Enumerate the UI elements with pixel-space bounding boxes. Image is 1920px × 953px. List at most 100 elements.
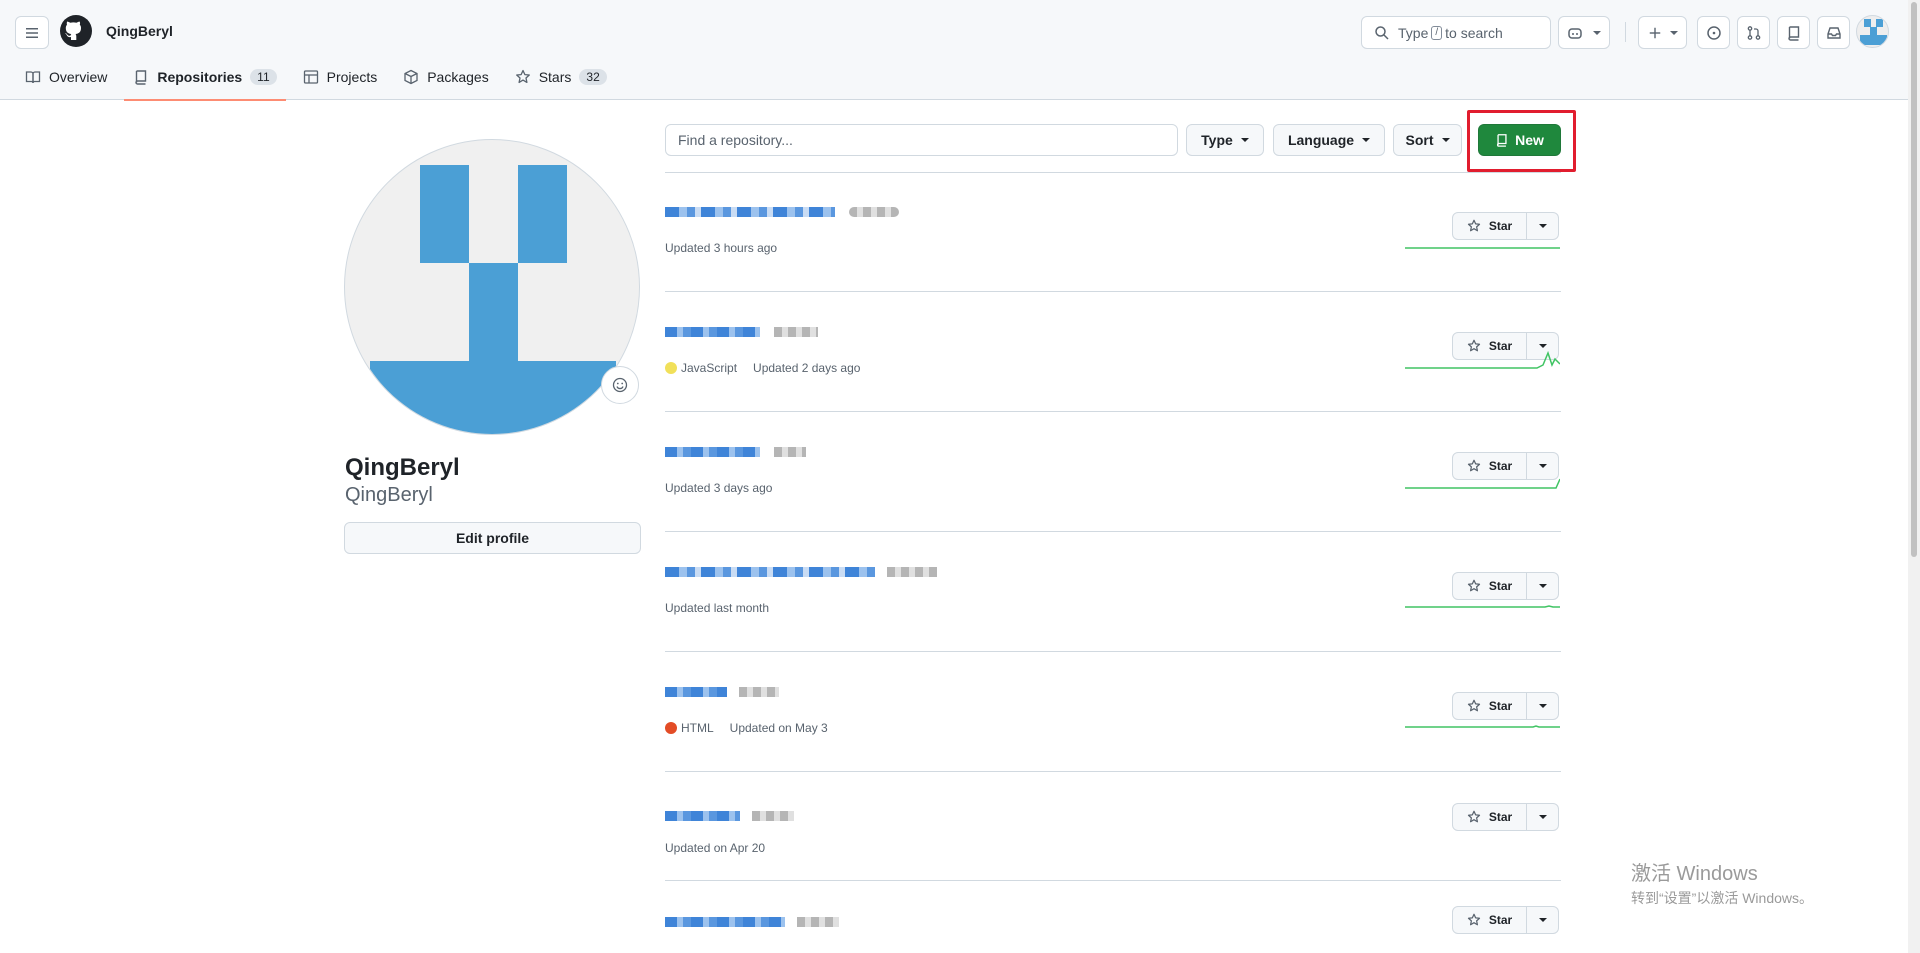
- table-icon: [303, 70, 318, 84]
- repo-updated: Updated 3 days ago: [665, 481, 773, 495]
- language-name: HTML: [681, 721, 714, 735]
- activity-sparkline: [1405, 478, 1560, 489]
- set-status-button[interactable]: [601, 366, 639, 404]
- search-prefix: Type: [1398, 24, 1429, 41]
- repo-divider: [665, 411, 1561, 412]
- inbox-icon: [1826, 26, 1841, 39]
- find-repository-input[interactable]: [665, 124, 1178, 156]
- repo-name-link-blurred[interactable]: [665, 441, 806, 463]
- repo-name-link-blurred[interactable]: [665, 201, 899, 223]
- new-button-label: New: [1515, 132, 1544, 148]
- repo-name-link-blurred[interactable]: [665, 911, 839, 933]
- star-button[interactable]: Star: [1452, 803, 1527, 831]
- repo-name-link-blurred[interactable]: [665, 805, 794, 827]
- repo-divider: [665, 531, 1561, 532]
- activity-sparkline: [1405, 605, 1560, 608]
- repo-language: HTML: [665, 721, 714, 735]
- tab-packages[interactable]: Packages: [394, 64, 497, 90]
- plus-icon: [1649, 27, 1660, 38]
- repo-divider: [665, 771, 1561, 772]
- github-logo-icon[interactable]: [60, 15, 92, 47]
- book-icon: [25, 71, 41, 84]
- repositories-button[interactable]: [1777, 16, 1810, 49]
- star-button[interactable]: Star: [1452, 906, 1527, 934]
- profile-avatar[interactable]: [344, 139, 640, 435]
- tab-label: Projects: [326, 69, 378, 85]
- profile-login: QingBeryl: [345, 484, 433, 506]
- star-list-dropdown[interactable]: [1527, 906, 1559, 934]
- activity-sparkline: [1405, 350, 1560, 369]
- repo-updated: Updated 3 hours ago: [665, 241, 778, 255]
- repo-icon: [135, 70, 147, 85]
- repo-meta: Updated 3 days ago: [665, 481, 772, 495]
- chevron-down-icon: [1362, 138, 1371, 142]
- header-divider: [1625, 22, 1626, 42]
- type-filter-button[interactable]: Type: [1186, 124, 1264, 156]
- search-button[interactable]: Type / to search: [1361, 16, 1551, 49]
- repo-meta: Updated 3 hours ago: [665, 241, 777, 255]
- repo-name-link-blurred[interactable]: [665, 681, 779, 703]
- sort-filter-label: Sort: [1405, 132, 1434, 148]
- edit-profile-button[interactable]: Edit profile: [344, 522, 641, 554]
- copilot-icon: [1568, 27, 1582, 39]
- language-name: JavaScript: [681, 361, 738, 375]
- star-icon: [515, 69, 530, 84]
- language-filter-button[interactable]: Language: [1273, 124, 1385, 156]
- tab-label: Repositories: [157, 69, 243, 85]
- scrollbar-thumb[interactable]: [1911, 2, 1917, 557]
- header-username-link[interactable]: QingBeryl: [106, 23, 173, 39]
- create-new-button[interactable]: [1638, 16, 1687, 49]
- inbox-button[interactable]: [1817, 16, 1850, 49]
- tab-label: Stars: [538, 69, 572, 85]
- profile-name: QingBeryl: [345, 454, 460, 481]
- chevron-down-icon: [1441, 138, 1450, 142]
- repo-updated: Updated on Apr 20: [665, 841, 766, 855]
- chevron-down-icon: [1240, 138, 1249, 142]
- activity-sparkline: [1405, 247, 1560, 249]
- star-list-dropdown[interactable]: [1527, 803, 1559, 831]
- repo-divider: [665, 291, 1561, 292]
- package-icon: [404, 69, 418, 85]
- star-button-group: Star: [1452, 803, 1559, 831]
- star-icon: [1467, 913, 1480, 926]
- pull-requests-button[interactable]: [1737, 16, 1770, 49]
- identicon-small: [1860, 19, 1887, 45]
- issue-icon: [1706, 25, 1721, 40]
- repo-meta: Updated last month: [665, 601, 769, 615]
- type-filter-label: Type: [1201, 132, 1233, 148]
- search-suffix: to search: [1445, 24, 1503, 41]
- repositories-count-badge: 11: [250, 69, 277, 85]
- repo-icon: [1497, 134, 1507, 147]
- global-header: QingBeryl Type / to search Overview Repo…: [0, 0, 1908, 101]
- search-shortcut-key: /: [1431, 25, 1443, 40]
- repo-language: JavaScript: [665, 361, 737, 375]
- identicon: [370, 165, 616, 434]
- repo-divider: [665, 880, 1561, 881]
- repo-divider: [665, 651, 1561, 652]
- repo-name-link-blurred[interactable]: [665, 561, 937, 583]
- language-color-dot: [665, 362, 677, 374]
- tab-stars[interactable]: Stars 32: [506, 64, 616, 90]
- hamburger-icon: [26, 27, 38, 38]
- user-avatar-small[interactable]: [1856, 15, 1889, 48]
- sort-filter-button[interactable]: Sort: [1393, 124, 1462, 156]
- new-repository-button[interactable]: New: [1478, 124, 1561, 156]
- copilot-button[interactable]: [1558, 16, 1610, 49]
- repo-name-link-blurred[interactable]: [665, 321, 818, 343]
- tab-overview[interactable]: Overview: [16, 64, 116, 90]
- repo-updated: Updated on May 3: [729, 721, 828, 735]
- star-button-group: Star: [1452, 906, 1559, 934]
- menu-button[interactable]: [15, 16, 49, 49]
- language-color-dot: [665, 722, 677, 734]
- issues-button[interactable]: [1697, 16, 1730, 49]
- chevron-down-icon: [1593, 30, 1601, 35]
- chevron-down-icon: [1538, 815, 1547, 819]
- language-filter-label: Language: [1287, 132, 1355, 148]
- repo-icon: [1787, 25, 1799, 41]
- tab-repositories[interactable]: Repositories 11: [124, 64, 286, 101]
- profile-tabs: Overview Repositories 11 Projects Packag…: [16, 64, 624, 101]
- tab-projects[interactable]: Projects: [294, 64, 387, 90]
- pull-request-icon: [1747, 25, 1760, 40]
- tab-label: Packages: [427, 69, 489, 85]
- repo-meta: HTML Updated on May 3: [665, 721, 828, 735]
